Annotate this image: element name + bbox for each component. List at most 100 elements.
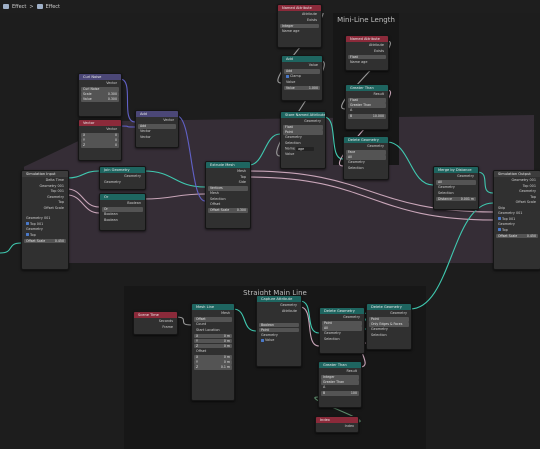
offset-z-field[interactable]: Z 0.1 m [194, 365, 232, 370]
mode-dropdown[interactable]: Only Edges & Faces [369, 322, 409, 327]
y-field[interactable]: Y0 [81, 138, 119, 143]
node-named-attribute-top[interactable]: Named Attribute Attribute Exists Integer… [277, 4, 322, 48]
offset-y-field[interactable]: Y0 m [194, 360, 232, 365]
data-type-dropdown[interactable]: Float [348, 54, 386, 60]
top-001-checkbox[interactable] [498, 217, 501, 220]
clamp-checkbox[interactable] [286, 74, 289, 78]
socket-side: Side [238, 180, 246, 184]
socket-result: Result [346, 369, 357, 373]
value-row[interactable]: Value [259, 338, 299, 344]
socket-offset-scale: Offset Scale [43, 205, 64, 210]
breadcrumb-effect-1[interactable]: Effect [12, 4, 26, 10]
start-y-field[interactable]: Y0 m [194, 338, 232, 344]
x-field[interactable]: X0 [81, 133, 119, 138]
node-greater-than-2[interactable]: Greater Than Result Integer Greater Than… [318, 361, 362, 408]
b-field[interactable]: B 100 [321, 391, 359, 396]
offset-scale-field[interactable]: Offset Scale 0.450 [24, 238, 66, 244]
domain-dropdown[interactable]: Point [259, 327, 299, 333]
node-extrude-mesh[interactable]: Extrude Mesh Mesh Top Side Vertices Mesh… [205, 161, 251, 229]
node-join-geometry[interactable]: Join Geometry Geometry Geometry [99, 166, 146, 190]
domain-dropdown[interactable]: Point [369, 317, 409, 322]
mode-dropdown[interactable]: Greater Than [348, 103, 386, 108]
node-capture-attribute[interactable]: Capture Attribute Geometry Attribute Boo… [256, 295, 302, 367]
breadcrumb-effect-2[interactable]: Effect [46, 4, 60, 10]
domain-dropdown[interactable]: Face [346, 150, 386, 155]
socket-geometry-out: Geometry [390, 311, 407, 315]
socket-result: Result [373, 92, 384, 96]
node-simulation-output[interactable]: Simulation Output Geometry 001 Top 001 G… [493, 170, 540, 270]
node-delete-geometry-mini[interactable]: Delete Geometry Geometry Face All Geomet… [343, 136, 389, 180]
node-index[interactable]: Index Index [315, 416, 359, 433]
data-type-dropdown[interactable]: Float [283, 125, 323, 130]
socket-boolean-b: Boolean [104, 217, 118, 222]
data-type-dropdown[interactable]: Integer [321, 375, 359, 380]
socket-geometry-out: Geometry [457, 174, 474, 178]
domain-dropdown[interactable]: Point [283, 130, 323, 135]
offset-scale-field[interactable]: Offset Scale 0.450 [496, 233, 538, 239]
node-store-named-attribute[interactable]: Store Named Attribute Geometry Float Poi… [280, 111, 326, 169]
name-field[interactable]: age [296, 146, 315, 152]
socket-a: A [350, 108, 353, 113]
node-delete-geometry-2[interactable]: Delete Geometry Geometry Point All Geome… [319, 307, 365, 354]
node-vector[interactable]: Vector Vector X0 Y0 Z0 [78, 119, 122, 161]
mode-dropdown[interactable]: Greater Than [321, 380, 359, 385]
value-checkbox[interactable] [261, 338, 264, 342]
offset-scale-field[interactable]: Offset Scale 0.300 [208, 208, 248, 213]
node-title: Store Named Attribute [281, 112, 325, 118]
node-scene-time[interactable]: Scene Time Seconds Frame [133, 311, 178, 335]
node-named-attribute-mini[interactable]: Named Attribute Attribute Exists Float N… [345, 35, 389, 71]
start-z-field[interactable]: Z0 m [194, 343, 232, 349]
domain-dropdown[interactable]: Point [322, 321, 362, 326]
offset-label: Offset [196, 349, 207, 354]
node-boolean-or[interactable]: Or Boolean Or Boolean Boolean [99, 193, 146, 231]
data-type-dropdown[interactable]: Boolean [259, 322, 299, 328]
data-type-dropdown[interactable]: Float [348, 98, 386, 103]
socket-vector-b: Vector [140, 134, 151, 139]
noise-type-dropdown[interactable]: Curl Noise [81, 87, 119, 92]
data-type-dropdown[interactable]: Integer [280, 23, 319, 29]
node-link[interactable] [119, 78, 136, 123]
name-row: Name age [350, 59, 368, 64]
node-vector-add[interactable]: Add Vector Add Vector Vector [135, 110, 179, 148]
mode-dropdown[interactable]: Offset [194, 317, 232, 322]
scale-field[interactable]: Scale 0.300 [81, 92, 119, 97]
node-title: Merge by Distance [434, 167, 478, 173]
distance-field[interactable]: Distance 0.001 m [436, 196, 476, 202]
node-editor-canvas[interactable]: Mini-Line Length Straight Main Line Name… [0, 4, 540, 449]
b-field[interactable]: B 10.000 [348, 114, 386, 119]
operation-dropdown[interactable]: Or [102, 207, 143, 212]
socket-exists: Exists [307, 17, 317, 22]
operation-dropdown[interactable]: Add [138, 124, 176, 129]
input-top[interactable]: Top [24, 233, 66, 239]
mode-dropdown[interactable]: All [436, 180, 476, 185]
node-greater-than-mini[interactable]: Greater Than Result Float Greater Than A… [345, 84, 389, 130]
mode-dropdown[interactable]: All [322, 326, 362, 331]
socket-geometry-out: Geometry [343, 315, 360, 319]
value-b-field[interactable]: Value 1.000 [284, 85, 320, 91]
node-curl-noise[interactable]: Curl Noise Vector Curl Noise Scale 0.300… [78, 73, 122, 117]
offset-x-field[interactable]: X0 m [194, 355, 232, 360]
socket-exists: Exists [374, 48, 384, 53]
start-x-field[interactable]: X0 m [194, 333, 232, 339]
node-delete-geometry-3[interactable]: Delete Geometry Geometry Point Only Edge… [366, 303, 412, 350]
node-link[interactable] [0, 242, 22, 254]
operation-dropdown[interactable]: Add [284, 69, 320, 74]
mode-dropdown[interactable]: Vertices [208, 186, 248, 191]
top-checkbox[interactable] [498, 228, 501, 231]
socket-geometry-out: Geometry [367, 144, 384, 148]
socket-frame: Frame [162, 324, 173, 329]
node-tree-icon [3, 4, 9, 9]
value-field[interactable]: Value 0.300 [81, 97, 119, 102]
mode-dropdown[interactable]: All [346, 155, 386, 160]
input-top[interactable]: Top [496, 228, 538, 234]
node-merge-by-distance[interactable]: Merge by Distance Geometry All Geometry … [433, 166, 479, 210]
node-mesh-line[interactable]: Mesh Line Mesh Offset Count Start Locati… [191, 303, 235, 401]
socket-selection: Selection [438, 190, 454, 195]
socket-value-out: Value [308, 63, 318, 67]
node-math-add[interactable]: Add Value Add Clamp Value Value 1.000 [281, 55, 323, 101]
socket-boolean-out: Boolean [127, 201, 141, 205]
top-checkbox[interactable] [26, 233, 29, 236]
top-001-checkbox[interactable] [26, 222, 29, 225]
z-field[interactable]: Z0 [81, 143, 119, 148]
node-simulation-input[interactable]: Simulation Input Delta Time Geometry 001… [21, 170, 69, 270]
